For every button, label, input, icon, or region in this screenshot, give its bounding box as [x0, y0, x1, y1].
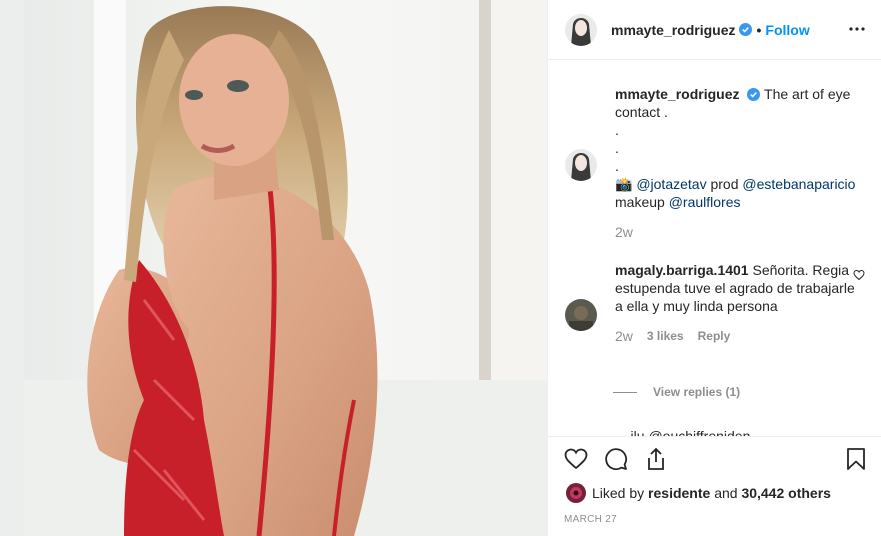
comment-meta: 2w 3 likes Reply — [615, 327, 865, 345]
comment-like-heart-icon[interactable] — [853, 269, 865, 281]
bookmark-button[interactable] — [844, 447, 868, 471]
mention-link[interactable]: @raulflores — [669, 194, 741, 210]
mention-link[interactable]: @jotazetav — [636, 176, 706, 192]
comment: magaly.barriga.1401 Señorita. Regia estu… — [565, 261, 865, 345]
comment-body: magaly.barriga.1401 Señorita. Regia estu… — [615, 261, 865, 345]
likes-and: and — [714, 485, 738, 501]
caption-dot: . — [615, 122, 619, 138]
follow-button[interactable]: Follow — [765, 22, 809, 38]
post-sidebar: mmayte_rodriguez • Follow mmayte_rodrigu… — [547, 0, 881, 536]
caption-username[interactable]: mmayte_rodriguez — [615, 86, 739, 102]
post-media[interactable] — [0, 0, 547, 536]
camera-emoji-icon: 📸 — [615, 176, 633, 192]
view-replies-label[interactable]: View replies (1) — [653, 385, 740, 399]
post-header: mmayte_rodriguez • Follow — [548, 0, 881, 60]
caption-body: mmayte_rodriguez The art of eye contact … — [615, 85, 865, 241]
replies-divider — [613, 391, 637, 393]
share-icon[interactable] — [644, 447, 668, 471]
comment-username[interactable]: magaly.barriga.1401 — [615, 262, 749, 278]
caption: mmayte_rodriguez The art of eye contact … — [565, 85, 865, 241]
mention-link[interactable]: @estebanaparicio — [742, 176, 855, 192]
caption-avatar[interactable] — [565, 149, 597, 181]
avatar-image — [565, 13, 597, 46]
likes-summary: Liked by residente and 30,442 others — [566, 483, 831, 503]
reply-button[interactable]: Reply — [698, 327, 731, 345]
likes-prefix: Liked by — [592, 485, 645, 501]
post-date[interactable]: MARCH 27 — [564, 514, 617, 525]
caption-timestamp[interactable]: 2w — [615, 223, 633, 241]
instagram-post: mmayte_rodriguez • Follow mmayte_rodrigu… — [0, 0, 881, 536]
verified-badge-icon — [747, 88, 761, 101]
photo-left-edge — [0, 0, 24, 536]
more-icon[interactable] — [848, 20, 866, 38]
likes-count[interactable]: 30,442 others — [741, 485, 831, 501]
liker-username[interactable]: residente — [648, 485, 710, 501]
liker-avatar[interactable] — [566, 483, 586, 503]
avatar-image — [565, 299, 597, 331]
heart-icon[interactable] — [564, 447, 588, 471]
caption-dot: . — [615, 158, 619, 174]
avatar-image — [565, 149, 597, 181]
comment-icon[interactable] — [604, 447, 628, 471]
caption-word: makeup — [615, 194, 665, 210]
caption-word: prod — [710, 176, 739, 192]
header-separator: • — [756, 21, 762, 38]
partial-comment: ... ilu @ouchiffreniden — [615, 428, 751, 436]
comment-timestamp[interactable]: 2w — [615, 327, 633, 345]
post-photo — [24, 0, 547, 536]
caption-dot: . — [615, 140, 619, 156]
caption-meta: 2w — [615, 223, 865, 241]
verified-badge-icon — [739, 23, 753, 36]
view-replies[interactable]: View replies (1) — [613, 385, 740, 399]
author-avatar[interactable] — [565, 13, 597, 46]
bookmark-icon[interactable] — [844, 447, 868, 471]
post-actions: Liked by residente and 30,442 others MAR… — [548, 436, 881, 536]
comment-likes[interactable]: 3 likes — [647, 327, 684, 345]
author-username[interactable]: mmayte_rodriguez — [611, 22, 735, 38]
comments-list[interactable]: mmayte_rodriguez The art of eye contact … — [548, 61, 881, 436]
action-icons — [564, 447, 668, 471]
avatar-image — [566, 483, 586, 503]
commenter-avatar[interactable] — [565, 299, 597, 331]
